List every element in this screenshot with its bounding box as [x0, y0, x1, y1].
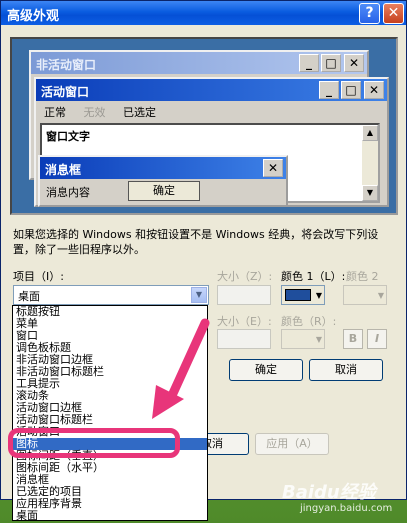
menu-selected[interactable]: 已选定 [123, 106, 156, 119]
active-window-title: 活动窗口 [41, 85, 90, 99]
preview-menubar[interactable]: 正常 无效 已选定 [36, 101, 387, 123]
close-button[interactable]: ✕ [383, 3, 404, 24]
preview-message-box[interactable]: 消息框 ✕ 消息内容 确定 [38, 155, 288, 207]
appearance-preview[interactable]: 非活动窗口 _ □ ✕ 活动窗口 _ □ ✕ 正常 无效 已选定 窗口文字 ▲ [10, 37, 398, 215]
message-ok-button[interactable]: 确定 [128, 181, 200, 201]
description-text: 如果您选择的 Windows 和按钮设置不是 Windows 经典，将会改写下列… [13, 228, 379, 256]
font-size-label: 大小（E）: [217, 315, 272, 328]
italic-button[interactable]: I [367, 329, 387, 349]
menu-disabled[interactable]: 无效 [84, 106, 106, 119]
color1-swatch [285, 289, 311, 301]
dropdown-item[interactable]: 应用程序背景 [13, 498, 207, 510]
pointer-arrow-annotation [152, 318, 210, 419]
active-window-titlebar[interactable]: 活动窗口 _ □ ✕ [36, 79, 387, 101]
font-size-spinner[interactable] [217, 329, 271, 349]
dropdown-item[interactable]: 桌面 [13, 510, 207, 521]
close-icon: ✕ [364, 81, 384, 99]
size-spinner[interactable] [217, 285, 271, 305]
watermark-url: jingyan.baidu.com [300, 503, 393, 514]
chevron-down-icon[interactable]: ▼ [191, 287, 207, 303]
item-dropdown[interactable]: 桌面 ▼ [13, 285, 209, 305]
window-text: 窗口文字 [46, 130, 90, 143]
chevron-down-icon: ▼ [377, 291, 384, 300]
watermark-logo: Baidu经验 [282, 482, 376, 503]
color2-picker[interactable]: ▼ [343, 285, 387, 305]
minimize-icon: _ [299, 54, 319, 72]
item-dropdown-value: 桌面 [18, 290, 40, 303]
scroll-up-icon[interactable]: ▲ [362, 125, 378, 141]
scrollbar[interactable]: ▲ ▼ [362, 125, 378, 201]
bold-button[interactable]: B [343, 329, 363, 349]
minimize-icon: _ [319, 81, 339, 99]
maximize-icon: □ [321, 54, 341, 72]
color1-picker[interactable]: ▼ [281, 285, 325, 305]
maximize-icon: □ [341, 81, 361, 99]
menu-normal[interactable]: 正常 [44, 106, 66, 119]
scroll-down-icon[interactable]: ▼ [362, 185, 378, 201]
dialog-titlebar: 高级外观 ? ✕ [1, 1, 406, 25]
inactive-window-titlebar[interactable]: 非活动窗口 _ □ ✕ [31, 52, 367, 74]
help-button[interactable]: ? [359, 3, 380, 24]
ok-button[interactable]: 确定 [229, 359, 303, 381]
font-color-label: 颜色（R）: [281, 315, 337, 328]
close-icon: ✕ [344, 54, 364, 72]
message-box-title: 消息框 [45, 163, 82, 177]
message-text: 消息内容 [46, 186, 90, 199]
chevron-down-icon: ▼ [315, 291, 322, 300]
color1-label: 颜色 1（L）: [281, 270, 346, 283]
item-label: 项目（I）: [13, 270, 64, 283]
message-box-titlebar[interactable]: 消息框 ✕ [40, 157, 286, 179]
cancel-button[interactable]: 取消 [309, 359, 383, 381]
highlight-box-annotation [8, 428, 180, 458]
apply-button[interactable]: 应用（A） [255, 433, 329, 455]
chevron-down-icon: ▼ [315, 335, 322, 344]
inactive-window-title: 非活动窗口 [36, 58, 97, 72]
dialog-title: 高级外观 [7, 9, 60, 24]
font-color-picker[interactable]: ▼ [281, 329, 325, 349]
size-label: 大小（Z）: [217, 270, 273, 283]
close-icon: ✕ [263, 159, 283, 177]
